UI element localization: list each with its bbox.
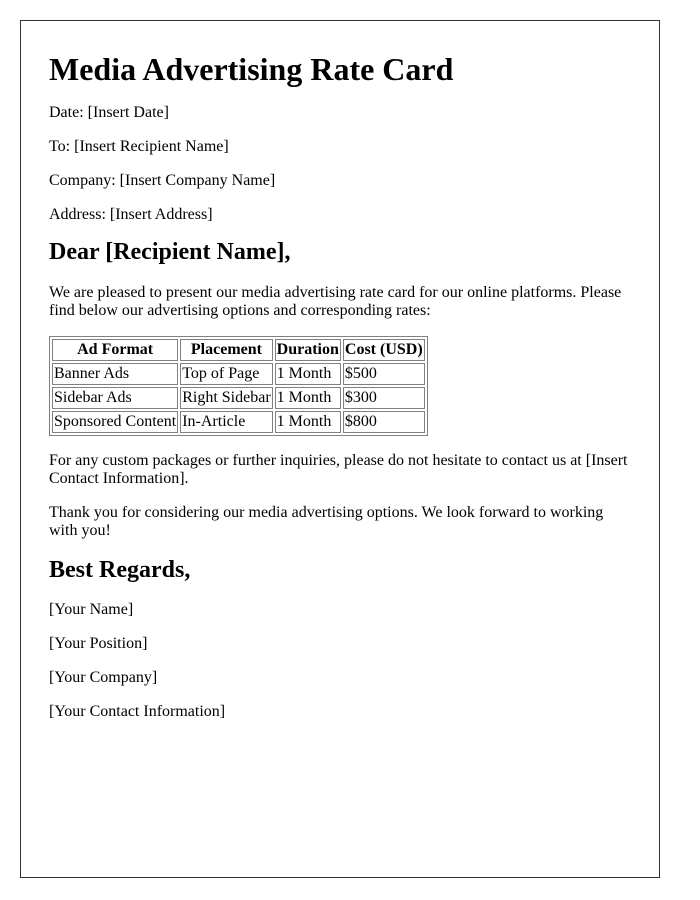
contact-note-paragraph: For any custom packages or further inqui…: [49, 452, 628, 487]
cell-duration: 1 Month: [274, 411, 341, 433]
recipient-value: [Insert Recipient Name]: [74, 138, 229, 155]
cell-placement: In-Article: [180, 411, 273, 433]
signature-name: [Your Name]: [49, 601, 134, 618]
cell-placement: Right Sidebar: [180, 387, 273, 409]
document-title: Media Advertising Rate Card: [49, 51, 454, 87]
company-line: Company: [Insert Company Name]: [49, 172, 631, 190]
letter-page: Media Advertising Rate Card Date: [Inser…: [20, 20, 660, 878]
rate-table: Ad Format Placement Duration Cost (USD) …: [49, 336, 428, 436]
cell-cost: $500: [342, 363, 425, 385]
date-label: Date:: [49, 104, 84, 121]
address-value: [Insert Address]: [109, 206, 213, 223]
signature-contact: [Your Contact Information]: [49, 703, 226, 720]
recipient-line: To: [Insert Recipient Name]: [49, 138, 631, 156]
header-placement: Placement: [180, 339, 273, 361]
company-label: Company:: [49, 172, 116, 189]
header-cost: Cost (USD): [342, 339, 425, 361]
letter-meta: Date: [Insert Date] To: [Insert Recipien…: [49, 104, 631, 224]
cell-ad-format: Sidebar Ads: [52, 387, 179, 409]
table-row: Banner Ads Top of Page 1 Month $500: [52, 363, 425, 385]
date-line: Date: [Insert Date]: [49, 104, 631, 122]
recipient-label: To:: [49, 138, 71, 155]
signature-company: [Your Company]: [49, 669, 158, 686]
signature-block: [Your Name] [Your Position] [Your Compan…: [49, 601, 631, 721]
closing-heading: Best Regards,: [49, 557, 191, 583]
intro-paragraph: We are pleased to present our media adve…: [49, 284, 622, 319]
table-row: Sponsored Content In-Article 1 Month $80…: [52, 411, 425, 433]
signature-position: [Your Position]: [49, 635, 148, 652]
greeting-heading: Dear [Recipient Name],: [49, 239, 291, 265]
address-label: Address:: [49, 206, 106, 223]
date-value: [Insert Date]: [87, 104, 169, 121]
cell-cost: $800: [342, 411, 425, 433]
thanks-paragraph: Thank you for considering our media adve…: [49, 504, 604, 539]
cell-duration: 1 Month: [274, 363, 341, 385]
cell-duration: 1 Month: [274, 387, 341, 409]
table-header-row: Ad Format Placement Duration Cost (USD): [52, 339, 425, 361]
header-duration: Duration: [274, 339, 341, 361]
header-ad-format: Ad Format: [52, 339, 179, 361]
company-value: [Insert Company Name]: [119, 172, 276, 189]
address-line: Address: [Insert Address]: [49, 206, 631, 224]
cell-ad-format: Banner Ads: [52, 363, 179, 385]
cell-placement: Top of Page: [180, 363, 273, 385]
table-row: Sidebar Ads Right Sidebar 1 Month $300: [52, 387, 425, 409]
cell-cost: $300: [342, 387, 425, 409]
cell-ad-format: Sponsored Content: [52, 411, 179, 433]
